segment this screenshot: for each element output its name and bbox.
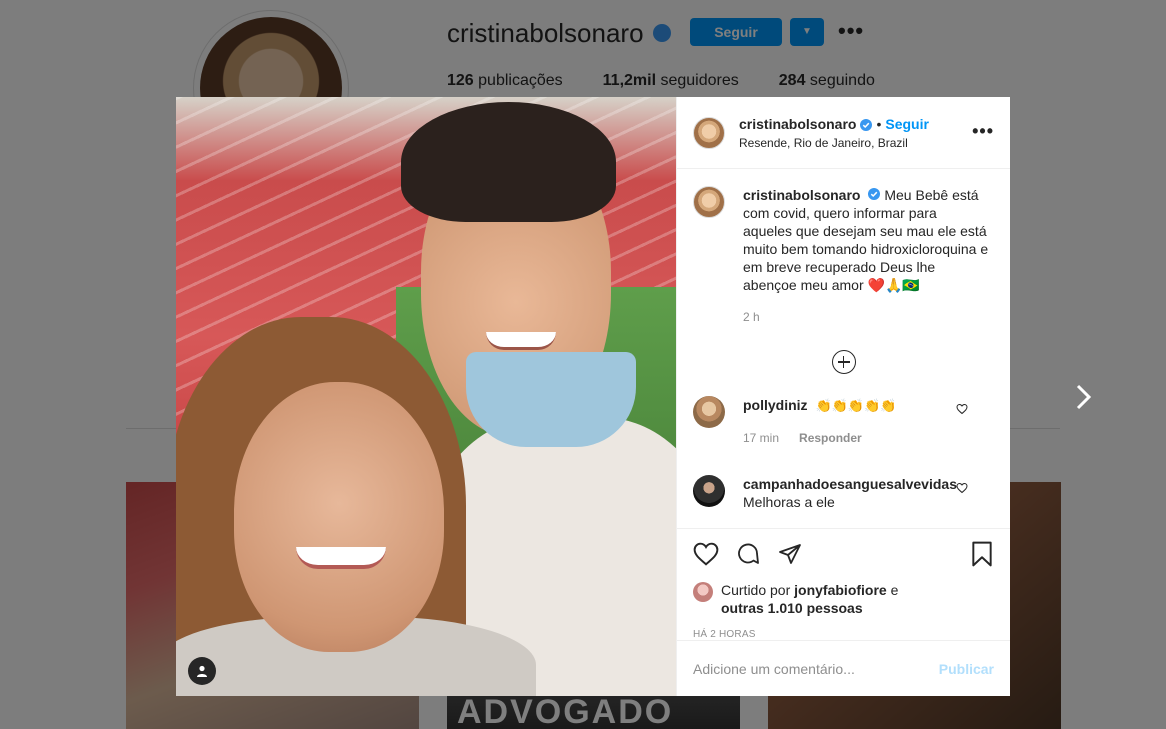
comment-username[interactable]: pollydiniz (743, 397, 808, 413)
verified-icon (868, 186, 881, 200)
verified-icon (860, 118, 873, 131)
comment-input[interactable] (693, 660, 939, 677)
post-sidebar: cristinabolsonaro • Seguir Resende, Rio … (676, 97, 1010, 696)
liked-by-others[interactable]: outras 1.010 pessoas (721, 600, 863, 616)
author-avatar[interactable] (693, 116, 725, 149)
more-options-icon[interactable]: ••• (972, 121, 994, 142)
caption-row: cristinabolsonaro Meu Bebê está com covi… (693, 186, 994, 326)
post-actions: Curtido por jonyfabiofiore e outras 1.01… (677, 528, 1010, 640)
comment-text: 👏👏👏👏👏 (815, 398, 897, 413)
comment-item: pollydiniz 👏👏👏👏👏 17 min Responder (693, 396, 994, 447)
user-tag-icon[interactable] (188, 657, 216, 685)
comment-username[interactable]: campanhadoesanguesalvevidas (743, 476, 957, 492)
post-header: cristinabolsonaro • Seguir Resende, Rio … (677, 97, 1010, 169)
author-username[interactable]: cristinabolsonaro (739, 116, 856, 132)
post-photo[interactable] (176, 97, 676, 696)
separator-dot: • (876, 115, 882, 132)
caption-username[interactable]: cristinabolsonaro (743, 187, 860, 203)
post-location[interactable]: Resende, Rio de Janeiro, Brazil (739, 136, 929, 150)
post-modal: cristinabolsonaro • Seguir Resende, Rio … (176, 97, 1010, 696)
commenter-avatar[interactable] (693, 396, 725, 428)
comment-text: Melhoras a ele (743, 494, 835, 510)
liked-by-prefix: Curtido por (721, 582, 791, 598)
comment-icon[interactable] (735, 542, 761, 566)
next-post-icon[interactable] (1068, 382, 1098, 412)
share-icon[interactable] (777, 542, 803, 566)
liked-by-user[interactable]: jonyfabiofiore (794, 582, 887, 598)
like-icon[interactable] (693, 542, 719, 566)
author-avatar[interactable] (693, 186, 725, 218)
liker-avatar[interactable] (693, 582, 713, 602)
load-more-icon[interactable] (831, 350, 856, 374)
post-timestamp[interactable]: HÁ 2 HORAS (693, 629, 994, 640)
comments-list: cristinabolsonaro Meu Bebê está com covi… (677, 170, 1010, 528)
comment-like-icon[interactable] (956, 402, 968, 420)
comment-like-icon[interactable] (956, 481, 968, 499)
commenter-avatar[interactable] (693, 475, 725, 507)
save-icon[interactable] (970, 541, 994, 567)
liked-by: Curtido por jonyfabiofiore e outras 1.01… (693, 581, 994, 617)
reply-button[interactable]: Responder (799, 429, 862, 447)
follow-button[interactable]: Seguir (885, 116, 929, 132)
liked-by-and: e (890, 582, 899, 598)
add-comment-bar: Publicar (677, 640, 1010, 696)
comment-item: campanhadoesanguesalvevidas Melhoras a e… (693, 475, 994, 511)
comment-time: 17 min (743, 431, 780, 445)
caption-time: 2 h (743, 310, 760, 324)
publish-button[interactable]: Publicar (939, 661, 994, 677)
